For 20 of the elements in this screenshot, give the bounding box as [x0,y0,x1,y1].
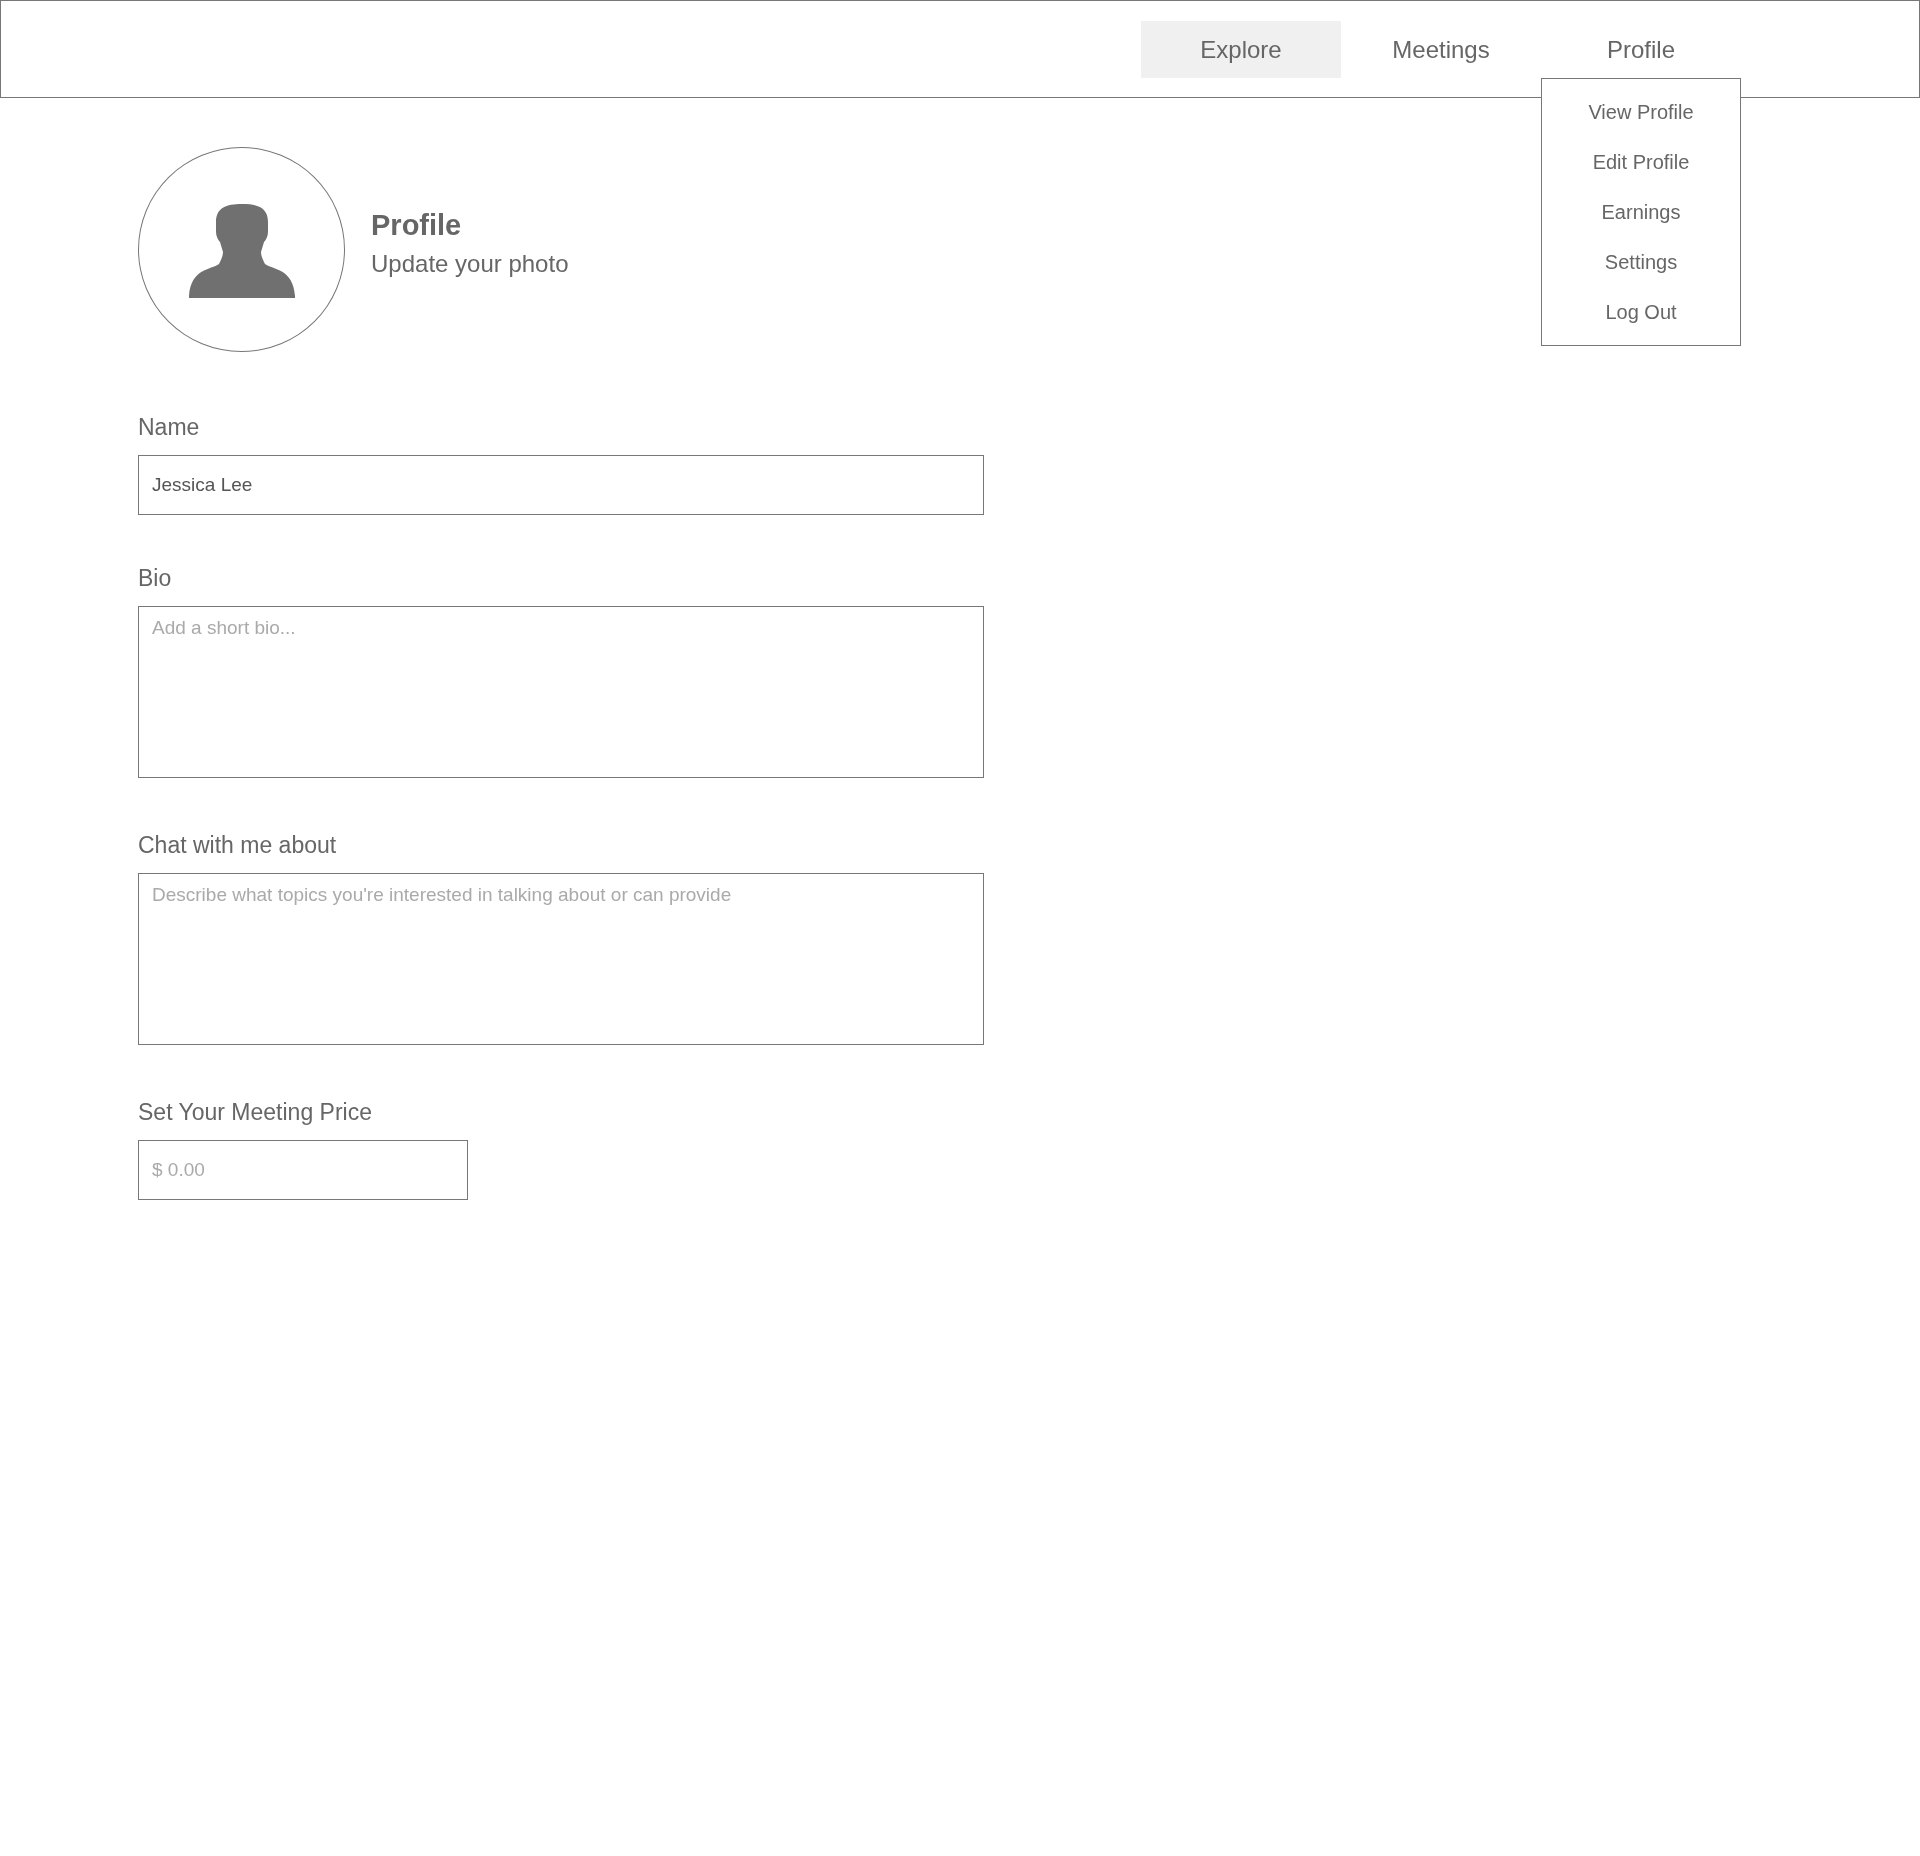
field-label: Name [138,414,201,441]
text-area-field[interactable]: Describe what topics you're interested in talking about or can provide [138,873,984,1045]
menu-item[interactable]: Edit Profile [1542,137,1740,187]
menu-item[interactable]: Log Out [1542,287,1740,337]
avatar-circle[interactable] [138,147,345,352]
text-area-field[interactable]: Add a short bio... [138,606,984,778]
profile-title: Profile [371,209,463,242]
nav-tab[interactable]: Meetings [1341,21,1541,78]
field-label: Bio [138,565,173,592]
price-field[interactable]: $ 0.00 [138,1140,468,1200]
field-label: Set Your Meeting Price [138,1099,373,1126]
update-photo-link[interactable]: Update your photo [371,250,569,278]
field-label: Chat with me about [138,832,338,859]
menu-item[interactable]: Earnings [1542,187,1740,237]
nav-tab[interactable]: Explore [1141,21,1341,78]
menu-item[interactable]: View Profile [1542,87,1740,137]
nav-tab[interactable]: Profile [1541,21,1741,78]
person-silhouette-icon [186,201,297,298]
menu-item[interactable]: Settings [1542,237,1740,287]
name-field[interactable]: Jessica Lee [138,455,984,515]
